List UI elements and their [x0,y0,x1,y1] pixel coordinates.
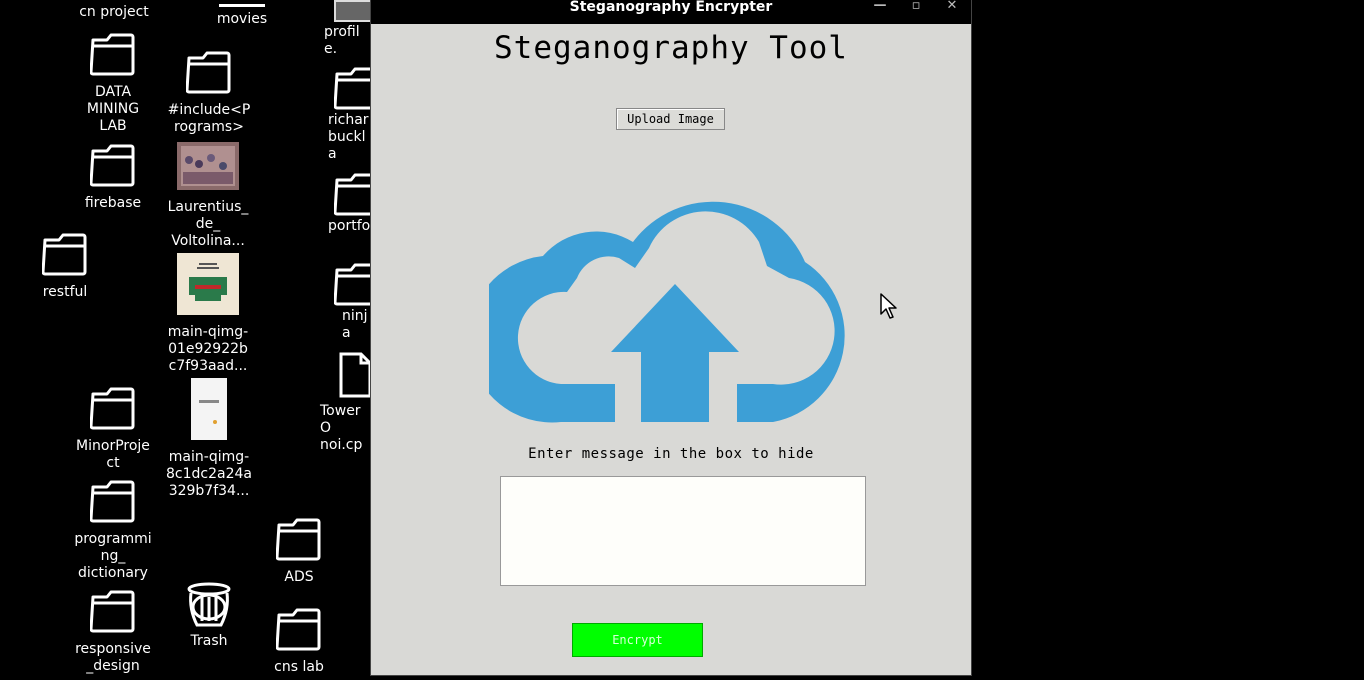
folder-icon [88,479,138,527]
image-thumbnail-icon [191,378,227,440]
desktop-icon-label: firebase [84,195,142,211]
desktop-icon-label: portfo [328,218,371,234]
image-thumbnail-icon [177,253,239,315]
desktop-icon-tower-of-hanoi[interactable]: TowerO noi.cp [318,352,371,454]
folder-icon [88,589,138,637]
encrypt-button[interactable]: Encrypt [572,623,703,657]
desktop-icon-restful[interactable]: restful [15,232,115,301]
desktop-icon-richard-buckland[interactable]: richar buckla [326,66,371,163]
message-input[interactable] [500,476,866,586]
folder-icon [88,143,138,191]
desktop-icon-responsive-design[interactable]: responsive _design [63,589,163,675]
desktop-icon-label: TowerO noi.cp [320,403,363,453]
desktop-icon-movies[interactable]: movies [192,0,292,28]
desktop-icon-label: programmi ng_ dictionary [74,531,152,581]
desktop-icon-main-qimg-8c1d[interactable]: main-qimg- 8c1dc2a24a 329b7f34... [159,378,259,500]
window-titlebar[interactable]: Steganography Encrypter — ▫ ✕ [371,0,971,24]
maximize-icon[interactable]: ▫ [906,0,926,14]
desktop-icon-programming-dictionary[interactable]: programmi ng_ dictionary [63,479,163,582]
desktop-icon-label: movies [216,11,268,27]
desktop-icon-ads[interactable]: ADS [249,517,349,586]
image-thumbnail-icon [334,0,370,22]
folder-icon [334,172,371,218]
desktop-icon-include-programs[interactable]: #include<P rograms> [159,50,259,136]
desktop-icon-label: richar buckla [328,112,369,162]
app-heading: Steganography Tool [494,30,848,66]
cloud-upload-icon[interactable] [489,170,855,426]
mouse-pointer-icon [880,293,897,319]
desktop-icon-ninja[interactable]: ninja [326,262,371,342]
desktop-icon-label: #include<P rograms> [167,102,251,135]
desktop-icon-label: restful [42,284,88,300]
desktop-icon-main-qimg-01e9[interactable]: main-qimg- 01e92922b c7f93aad... [158,253,258,375]
desktop-icon-label: cn project [79,4,149,20]
desktop-icon-label: responsive _design [75,641,151,674]
desktop-icon-label: main-qimg- 8c1dc2a24a 329b7f34... [166,449,252,499]
desktop-icon-label: Trash [190,633,228,649]
desktop-icon-portfolio[interactable]: portfo [326,172,371,235]
upload-image-button[interactable]: Upload Image [616,108,725,130]
desktop-icon-label: Laurentius_ de_ Voltolina... [167,199,249,249]
desktop-icon-cns-lab[interactable]: cns lab [249,607,349,676]
steganography-window: Steganography Encrypter — ▫ ✕ Steganogra… [371,0,971,675]
desktop-icon-cn-project[interactable]: cn project [64,0,164,21]
file-icon [339,352,371,398]
trash-icon [187,582,231,627]
folder-icon [40,232,90,280]
desktop-icon-label: ninja [342,308,368,341]
desktop-icon-label: ADS [284,569,314,585]
desktop-icon-label: MinorProje ct [76,438,150,471]
folder-icon [334,66,371,112]
painting-thumbnail-icon [177,142,239,190]
desktop-icon-profile[interactable]: profile. [304,0,370,58]
desktop-icon-laurentius[interactable]: Laurentius_ de_ Voltolina... [158,142,258,250]
folder-icon [334,262,371,308]
minimize-icon[interactable]: — [870,0,890,14]
folder-icon [88,386,138,434]
desktop-icon-label: cns lab [274,659,324,675]
desktop-icon-minor-project[interactable]: MinorProje ct [63,386,163,472]
close-icon[interactable]: ✕ [942,0,962,14]
desktop-icon-label: DATA MINING LAB [86,84,140,134]
desktop-icon-label: profile. [324,24,360,57]
desktop-icon-trash[interactable]: Trash [159,581,259,650]
desktop-icon-label: main-qimg- 01e92922b c7f93aad... [167,324,249,374]
folder-icon [184,50,234,98]
folder-icon [274,517,324,565]
desktop-icon-data-mining-lab[interactable]: DATA MINING LAB [63,32,163,135]
message-label: Enter message in the box to hide [528,446,814,462]
folder-icon [88,32,138,80]
folder-icon [274,607,324,655]
desktop-icon-firebase[interactable]: firebase [63,143,163,212]
